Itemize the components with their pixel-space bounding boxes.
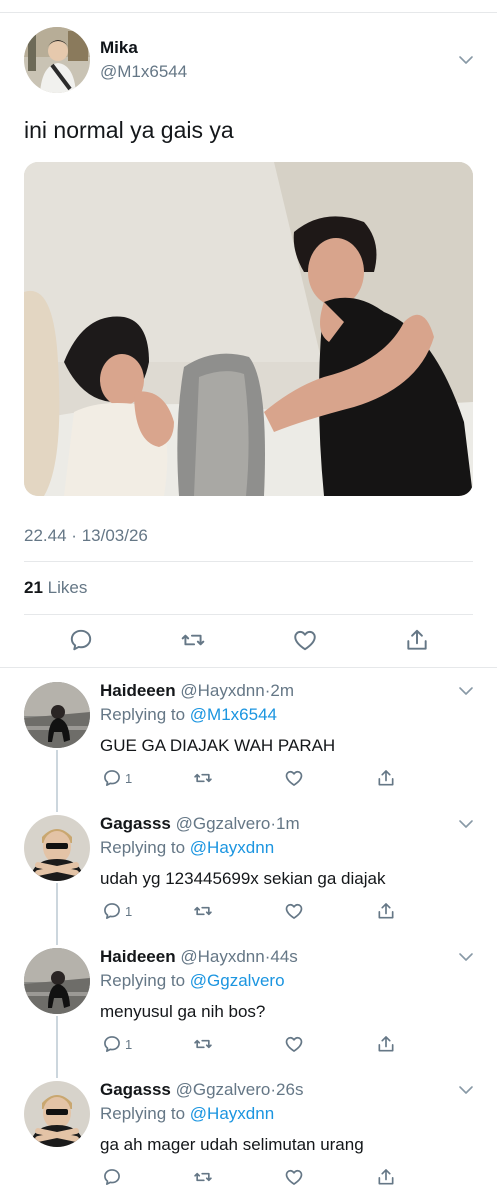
avatar[interactable]: [24, 815, 90, 881]
share-icon[interactable]: [376, 1034, 396, 1054]
replying-to-label: Replying to: [100, 1104, 186, 1123]
reply-author-name[interactable]: Haideeen: [100, 947, 176, 966]
tweet-photo[interactable]: [24, 162, 473, 496]
avatar[interactable]: [24, 682, 90, 748]
reply-icon[interactable]: [102, 1167, 122, 1187]
reply-time: 44s: [270, 947, 298, 966]
replying-to: Replying to @Hayxdnn: [100, 1104, 274, 1124]
replying-to: Replying to @Ggzalvero: [100, 971, 285, 991]
replying-to-link[interactable]: @M1x6544: [190, 705, 277, 724]
retweet-icon[interactable]: [193, 1167, 213, 1187]
avatar[interactable]: [24, 27, 90, 93]
reply-icon[interactable]: [102, 1034, 122, 1054]
reply-author-handle[interactable]: @Ggzalvero: [176, 814, 271, 833]
avatar[interactable]: [24, 1081, 90, 1147]
retweet-icon[interactable]: [193, 768, 213, 788]
share-icon[interactable]: [376, 768, 396, 788]
thread-line: [56, 750, 58, 812]
replying-to-label: Replying to: [100, 705, 186, 724]
heart-icon[interactable]: [292, 627, 318, 653]
reply-header: Haideeen @Hayxdnn·2m: [100, 681, 294, 701]
divider: [24, 614, 473, 615]
retweet-icon[interactable]: [180, 627, 206, 653]
avatar[interactable]: [24, 948, 90, 1014]
retweet-icon[interactable]: [193, 1034, 213, 1054]
reply-author-name[interactable]: Haideeen: [100, 681, 176, 700]
tweet-text: ini normal ya gais ya: [24, 117, 234, 143]
replying-to-link[interactable]: @Hayxdnn: [190, 1104, 274, 1123]
likes-count: 21: [24, 578, 43, 597]
replying-to-label: Replying to: [100, 971, 186, 990]
tweet-time: 22.44: [24, 526, 67, 545]
heart-icon[interactable]: [284, 1167, 304, 1187]
chevron-down-icon[interactable]: [458, 683, 474, 699]
chevron-down-icon[interactable]: [458, 52, 474, 68]
share-icon[interactable]: [376, 1167, 396, 1187]
reply-time: 1m: [276, 814, 300, 833]
reply-header: Gagasss @Ggzalvero·1m: [100, 814, 300, 834]
retweet-icon[interactable]: [193, 901, 213, 921]
reply-author-handle[interactable]: @Ggzalvero: [176, 1080, 271, 1099]
tweet-timestamp[interactable]: 22.44 · 13/03/26: [24, 526, 148, 546]
reply-count: 1: [125, 771, 133, 786]
reply-icon[interactable]: [102, 901, 122, 921]
replying-to-label: Replying to: [100, 838, 186, 857]
share-icon[interactable]: [376, 901, 396, 921]
reply-author-handle[interactable]: @Hayxdnn: [180, 681, 264, 700]
chevron-down-icon[interactable]: [458, 1082, 474, 1098]
tweet-date: 13/03/26: [81, 526, 148, 545]
reply-header: Gagasss @Ggzalvero·26s: [100, 1080, 303, 1100]
heart-icon[interactable]: [284, 768, 304, 788]
reply-text: GUE GA DIAJAK WAH PARAH: [100, 736, 336, 755]
top-divider: [0, 12, 497, 13]
likes-stat[interactable]: 21 Likes: [24, 578, 87, 598]
replying-to-link[interactable]: @Ggzalvero: [190, 971, 285, 990]
chevron-down-icon[interactable]: [458, 816, 474, 832]
reply-author-name[interactable]: Gagasss: [100, 1080, 171, 1099]
reply-icon[interactable]: [102, 768, 122, 788]
replying-to: Replying to @M1x6544: [100, 705, 277, 725]
reply-text: menyusul ga nih bos?: [100, 1002, 266, 1021]
share-icon[interactable]: [404, 627, 430, 653]
replying-to-link[interactable]: @Hayxdnn: [190, 838, 274, 857]
author-handle[interactable]: @M1x6544: [100, 62, 187, 82]
divider: [0, 667, 497, 668]
thread-line: [56, 883, 58, 945]
reply-time: 2m: [270, 681, 294, 700]
divider: [24, 561, 473, 562]
heart-icon[interactable]: [284, 901, 304, 921]
reply-count: 1: [125, 1037, 133, 1052]
reply-header: Haideeen @Hayxdnn·44s: [100, 947, 298, 967]
chevron-down-icon[interactable]: [458, 949, 474, 965]
heart-icon[interactable]: [284, 1034, 304, 1054]
reply-text: ga ah mager udah selimutan urang: [100, 1135, 364, 1154]
reply-author-name[interactable]: Gagasss: [100, 814, 171, 833]
thread-line: [56, 1016, 58, 1078]
replying-to: Replying to @Hayxdnn: [100, 838, 274, 858]
reply-icon[interactable]: [68, 627, 94, 653]
reply-author-handle[interactable]: @Hayxdnn: [180, 947, 264, 966]
likes-label: Likes: [47, 578, 88, 597]
reply-count: 1: [125, 904, 133, 919]
meta-separator: ·: [71, 526, 77, 545]
author-name[interactable]: Mika: [100, 38, 138, 58]
reply-time: 26s: [276, 1080, 304, 1099]
reply-text: udah yg 123445699x sekian ga diajak: [100, 869, 386, 888]
